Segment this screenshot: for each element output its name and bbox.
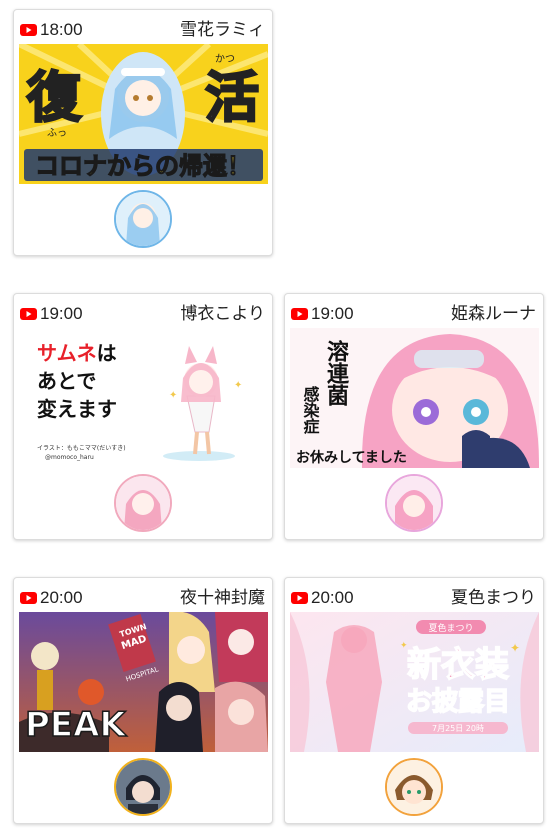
thumb-top: 夏色まつり <box>428 622 473 634</box>
svg-text:✦: ✦ <box>234 380 242 391</box>
stream-thumbnail[interactable]: サムネは あとで 変えます イラスト：ももこママ(だいすき) @momoco_h… <box>19 328 268 468</box>
streamer-avatar[interactable] <box>385 474 443 532</box>
thumb-credit2: @momoco_haru <box>45 454 94 461</box>
thumb-big: 新衣装 <box>407 645 509 685</box>
thumb-credit1: イラスト：ももこママ(だいすき) <box>37 445 126 452</box>
svg-text:✦: ✦ <box>400 640 408 650</box>
thumb-title: PEAK <box>25 705 127 745</box>
stream-thumbnail[interactable]: MAD TOWN HOSPITAL PEAK <box>19 612 268 752</box>
stream-thumbnail[interactable]: 溶連菌 感染症 お休みしてました <box>290 328 539 468</box>
stream-card[interactable]: 20:00 夜十神封魔 MAD TOWN HOSPITAL PEAK <box>13 577 273 824</box>
card-header: 20:00 夜十神封魔 <box>20 586 265 610</box>
stream-card[interactable]: 19:00 姫森ルーナ 溶連菌 感染症 お休みしてました <box>284 293 544 540</box>
card-header: 19:00 姫森ルーナ <box>291 302 536 326</box>
stream-thumbnail[interactable]: 復 活 ふっ かつ コロナからの帰還！ <box>19 44 268 184</box>
stream-time: 18:00 <box>40 20 83 39</box>
youtube-icon <box>20 24 37 36</box>
thumb-ruby-right: かつ <box>215 53 235 65</box>
streamer-avatar[interactable] <box>114 190 172 248</box>
youtube-icon <box>291 592 308 604</box>
streamer-avatar[interactable] <box>114 758 172 816</box>
svg-text:✦: ✦ <box>169 390 177 401</box>
thumb-line1: サムネは <box>37 341 117 365</box>
streamer-avatar[interactable] <box>114 474 172 532</box>
stream-thumbnail[interactable]: 夏色まつり 新衣装 お披露目 7月25日 20時 ✦ ✦ <box>290 612 539 752</box>
thumb-line2: あとで <box>37 369 96 393</box>
thumb-big-right: 活 <box>205 66 259 129</box>
streamer-name: 博衣こより <box>180 304 265 323</box>
stream-time: 20:00 <box>311 588 354 607</box>
card-header: 19:00 博衣こより <box>20 302 265 326</box>
svg-text:✦: ✦ <box>510 641 520 655</box>
thumb-line3: 変えます <box>37 397 117 421</box>
stream-card[interactable]: 19:00 博衣こより サムネは あとで 変えます イラスト：ももこママ(だいす… <box>13 293 273 540</box>
streamer-avatar[interactable] <box>385 758 443 816</box>
streamer-name: 姫森ルーナ <box>451 304 536 323</box>
thumb-col-small: 感染症 <box>301 385 321 435</box>
stream-card[interactable]: 18:00 雪花ラミィ 復 活 ふっ かつ コロナからの帰還！ <box>13 9 273 256</box>
youtube-icon <box>291 308 308 320</box>
thumb-sub: お披露目 <box>406 687 510 717</box>
youtube-icon <box>20 592 37 604</box>
card-header: 18:00 雪花ラミィ <box>20 18 265 42</box>
thumb-bottom: お休みしてました <box>296 449 407 466</box>
thumb-col-big: 溶連菌 <box>323 339 349 406</box>
thumb-date: 7月25日 20時 <box>432 724 484 733</box>
thumb-ruby-left: ふっ <box>47 127 67 139</box>
youtube-icon <box>20 308 37 320</box>
stream-time: 19:00 <box>311 304 354 323</box>
streamer-name: 夏色まつり <box>451 588 536 607</box>
stream-card[interactable]: 20:00 夏色まつり 夏色まつり 新衣装 お披露目 7月25日 20時 ✦ ✦ <box>284 577 544 824</box>
svg-text:サムネは: サムネは <box>37 341 117 365</box>
streamer-name: 雪花ラミィ <box>180 20 265 39</box>
streamer-name: 夜十神封魔 <box>180 588 265 607</box>
stream-time: 19:00 <box>40 304 83 323</box>
card-header: 20:00 夏色まつり <box>291 586 536 610</box>
thumb-big-left: 復 <box>26 66 82 129</box>
stream-time: 20:00 <box>40 588 83 607</box>
thumb-banner: コロナからの帰還！ <box>35 152 251 180</box>
